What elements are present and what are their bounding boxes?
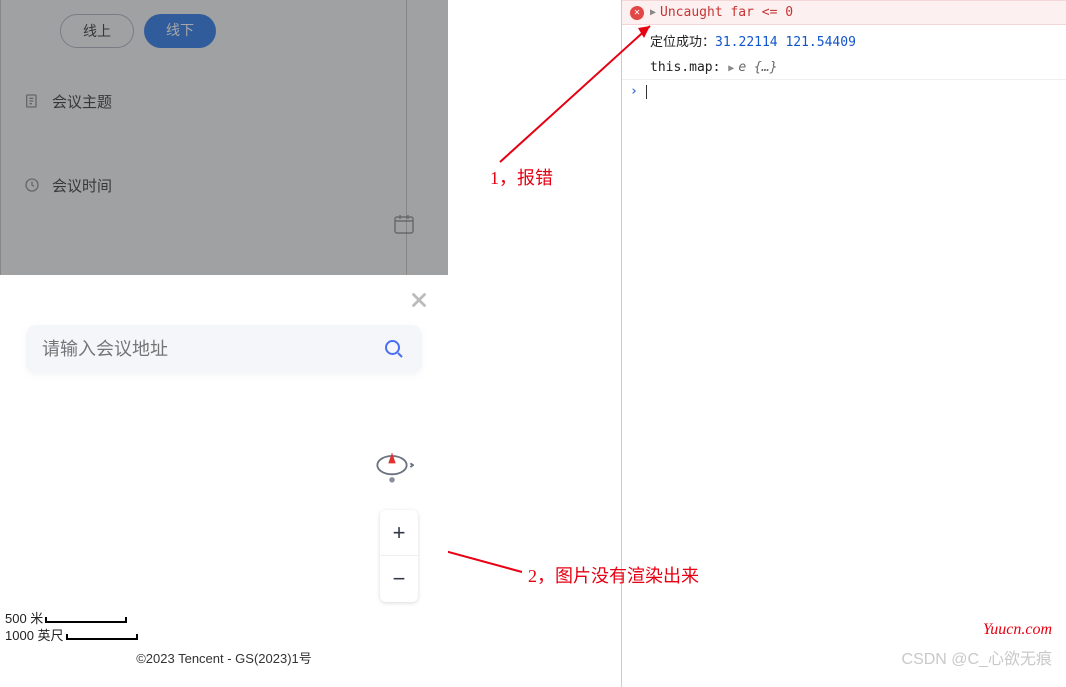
zoom-control: + − xyxy=(380,510,418,602)
watermark-yuucn: Yuucn.com xyxy=(983,621,1052,639)
annotation-label-1: 1，报错 xyxy=(490,164,553,190)
text-cursor xyxy=(646,85,647,99)
prompt-caret-icon: › xyxy=(630,84,638,99)
search-input[interactable] xyxy=(42,339,382,360)
compass-icon[interactable] xyxy=(370,445,414,489)
zoom-in-button[interactable]: + xyxy=(380,510,418,556)
error-icon: ✕ xyxy=(630,6,644,20)
scale-imperial: 1000 英尺 xyxy=(5,628,64,643)
modal-backdrop[interactable] xyxy=(0,0,448,275)
mobile-preview-panel: 线上 线下 会议主题 会议时间 + − xyxy=(0,0,448,687)
console-object-line[interactable]: this.map: ▶ e {…} xyxy=(622,56,1066,79)
scale-metric: 500 米 xyxy=(5,611,43,626)
address-sheet: + − 500 米 1000 英尺 ©2023 Tencent - GS(202… xyxy=(0,275,448,687)
map-value: e {…} xyxy=(738,60,777,75)
map-canvas[interactable]: + − 500 米 1000 英尺 ©2023 Tencent - GS(202… xyxy=(0,395,448,687)
map-copyright: ©2023 Tencent - GS(2023)1号 xyxy=(0,648,448,667)
search-field[interactable] xyxy=(26,325,422,373)
error-text: Uncaught far <= 0 xyxy=(660,5,793,20)
close-icon[interactable] xyxy=(408,289,430,311)
log-prefix: 定位成功： xyxy=(650,35,715,50)
expand-icon[interactable]: ▶ xyxy=(728,63,734,74)
console-log-line[interactable]: 定位成功：31.22114 121.54409 xyxy=(622,25,1066,56)
map-scale: 500 米 1000 英尺 xyxy=(5,611,138,645)
watermark-csdn: CSDN @C_心欲无痕 xyxy=(902,645,1052,669)
expand-icon[interactable]: ▶ xyxy=(650,7,656,18)
annotation-label-2: 2，图片没有渲染出来 xyxy=(528,562,699,588)
log-coords: 31.22114 121.54409 xyxy=(715,35,856,50)
zoom-out-button[interactable]: − xyxy=(380,556,418,602)
search-icon[interactable] xyxy=(382,337,406,361)
map-label: this.map: xyxy=(650,60,720,75)
console-prompt[interactable]: › xyxy=(622,79,1066,103)
console-error-line[interactable]: ✕ ▶ Uncaught far <= 0 xyxy=(622,0,1066,25)
